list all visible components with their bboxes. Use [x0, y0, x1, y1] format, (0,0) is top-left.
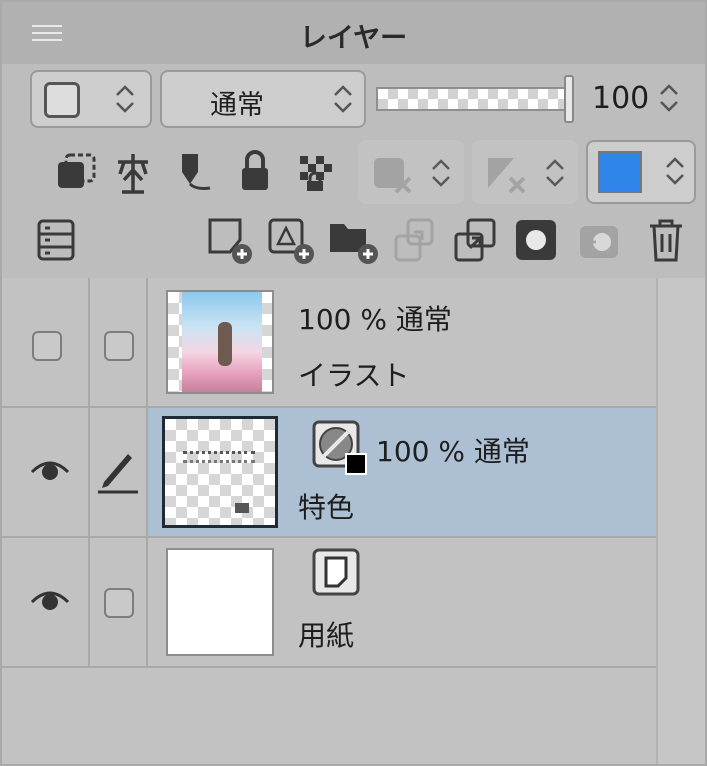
- layer-list: 100 % 通常 イラスト 100 % 通常 特色 用紙: [2, 278, 705, 764]
- pen-icon[interactable]: [96, 446, 140, 494]
- ruler-disable-icon[interactable]: [484, 154, 530, 194]
- updown-arrow-icon[interactable]: [430, 156, 452, 190]
- merge-down-icon[interactable]: [452, 216, 500, 266]
- mask-icon[interactable]: [514, 218, 558, 262]
- blend-mode-select[interactable]: 通常: [160, 70, 366, 128]
- visibility-cell: [2, 408, 90, 536]
- thumbnail-content: [235, 503, 249, 513]
- opacity-value[interactable]: 100: [592, 81, 649, 116]
- clip-icon[interactable]: [54, 152, 98, 192]
- blend-mode-value: 通常: [210, 90, 264, 121]
- layer-command-toolbar: [2, 208, 705, 278]
- reference-icon[interactable]: [114, 150, 152, 194]
- edit-checkbox[interactable]: [104, 588, 134, 618]
- layer-thumbnail: [162, 416, 278, 528]
- layer-name: イラスト: [298, 359, 410, 392]
- color-tone-icon: [312, 420, 367, 475]
- illustration-figure: [218, 322, 232, 366]
- layer-thumbnail: [166, 290, 274, 394]
- visibility-cell: [2, 538, 90, 666]
- eye-icon[interactable]: [30, 456, 70, 484]
- transfer-down-icon[interactable]: [392, 216, 440, 266]
- layer-color-select[interactable]: [586, 140, 696, 204]
- opacity-slider-handle[interactable]: [564, 75, 574, 123]
- mask-disable-group: [358, 140, 464, 204]
- updown-arrow-icon[interactable]: [544, 156, 566, 190]
- layer-row[interactable]: 用紙: [2, 538, 656, 668]
- mask-disable-icon[interactable]: [370, 154, 416, 194]
- expression-color-swatch: [44, 82, 80, 118]
- opacity-slider[interactable]: [376, 75, 574, 123]
- lock-pixel-icon[interactable]: [296, 150, 336, 192]
- lock-transparent-icon[interactable]: [176, 150, 216, 194]
- edit-cell: [90, 408, 148, 536]
- eye-icon[interactable]: [30, 586, 70, 614]
- trash-icon[interactable]: [646, 216, 686, 264]
- layer-list-scrollbar[interactable]: [656, 278, 705, 764]
- updown-arrow-icon: [334, 85, 352, 113]
- panel-title: レイヤー: [299, 23, 408, 54]
- visibility-checkbox[interactable]: [32, 331, 62, 361]
- paper-icon: [312, 548, 360, 596]
- edit-cell: [90, 538, 148, 666]
- layer-opacity-mode: 100 % 通常: [298, 303, 452, 336]
- new-raster-layer-icon[interactable]: [206, 216, 254, 266]
- edit-cell: [90, 278, 148, 406]
- updown-arrow-icon: [116, 85, 134, 113]
- lock-toolbar: [2, 138, 705, 208]
- updown-arrow-icon: [666, 157, 684, 185]
- edit-checkbox[interactable]: [104, 331, 134, 361]
- blend-toolbar: 通常 100: [2, 64, 705, 138]
- layer-row-selected[interactable]: 100 % 通常 特色: [2, 408, 656, 538]
- new-vector-layer-icon[interactable]: [266, 216, 316, 266]
- panel-titlebar: レイヤー: [2, 2, 705, 64]
- layer-opacity-mode: 100 % 通常: [376, 435, 530, 468]
- ruler-disable-group: [472, 140, 578, 204]
- layer-list-icon[interactable]: [36, 218, 76, 262]
- layer-name: 特色: [298, 491, 355, 524]
- expression-color-select[interactable]: [30, 70, 152, 128]
- updown-arrow-icon[interactable]: [658, 81, 680, 115]
- layer-name: 用紙: [298, 619, 355, 652]
- color-swatch: [598, 151, 642, 193]
- copy-icon[interactable]: [576, 218, 624, 262]
- lock-icon[interactable]: [238, 148, 272, 192]
- layer-row[interactable]: 100 % 通常 イラスト: [2, 278, 656, 408]
- visibility-cell: [2, 278, 90, 406]
- layer-thumbnail: [166, 548, 274, 656]
- thumbnail-content: [183, 451, 255, 463]
- layer-panel: レイヤー 通常 100 100 % 通常 イラスト 100 % 通常 特色 用紙: [0, 0, 707, 766]
- new-folder-icon[interactable]: [328, 216, 380, 266]
